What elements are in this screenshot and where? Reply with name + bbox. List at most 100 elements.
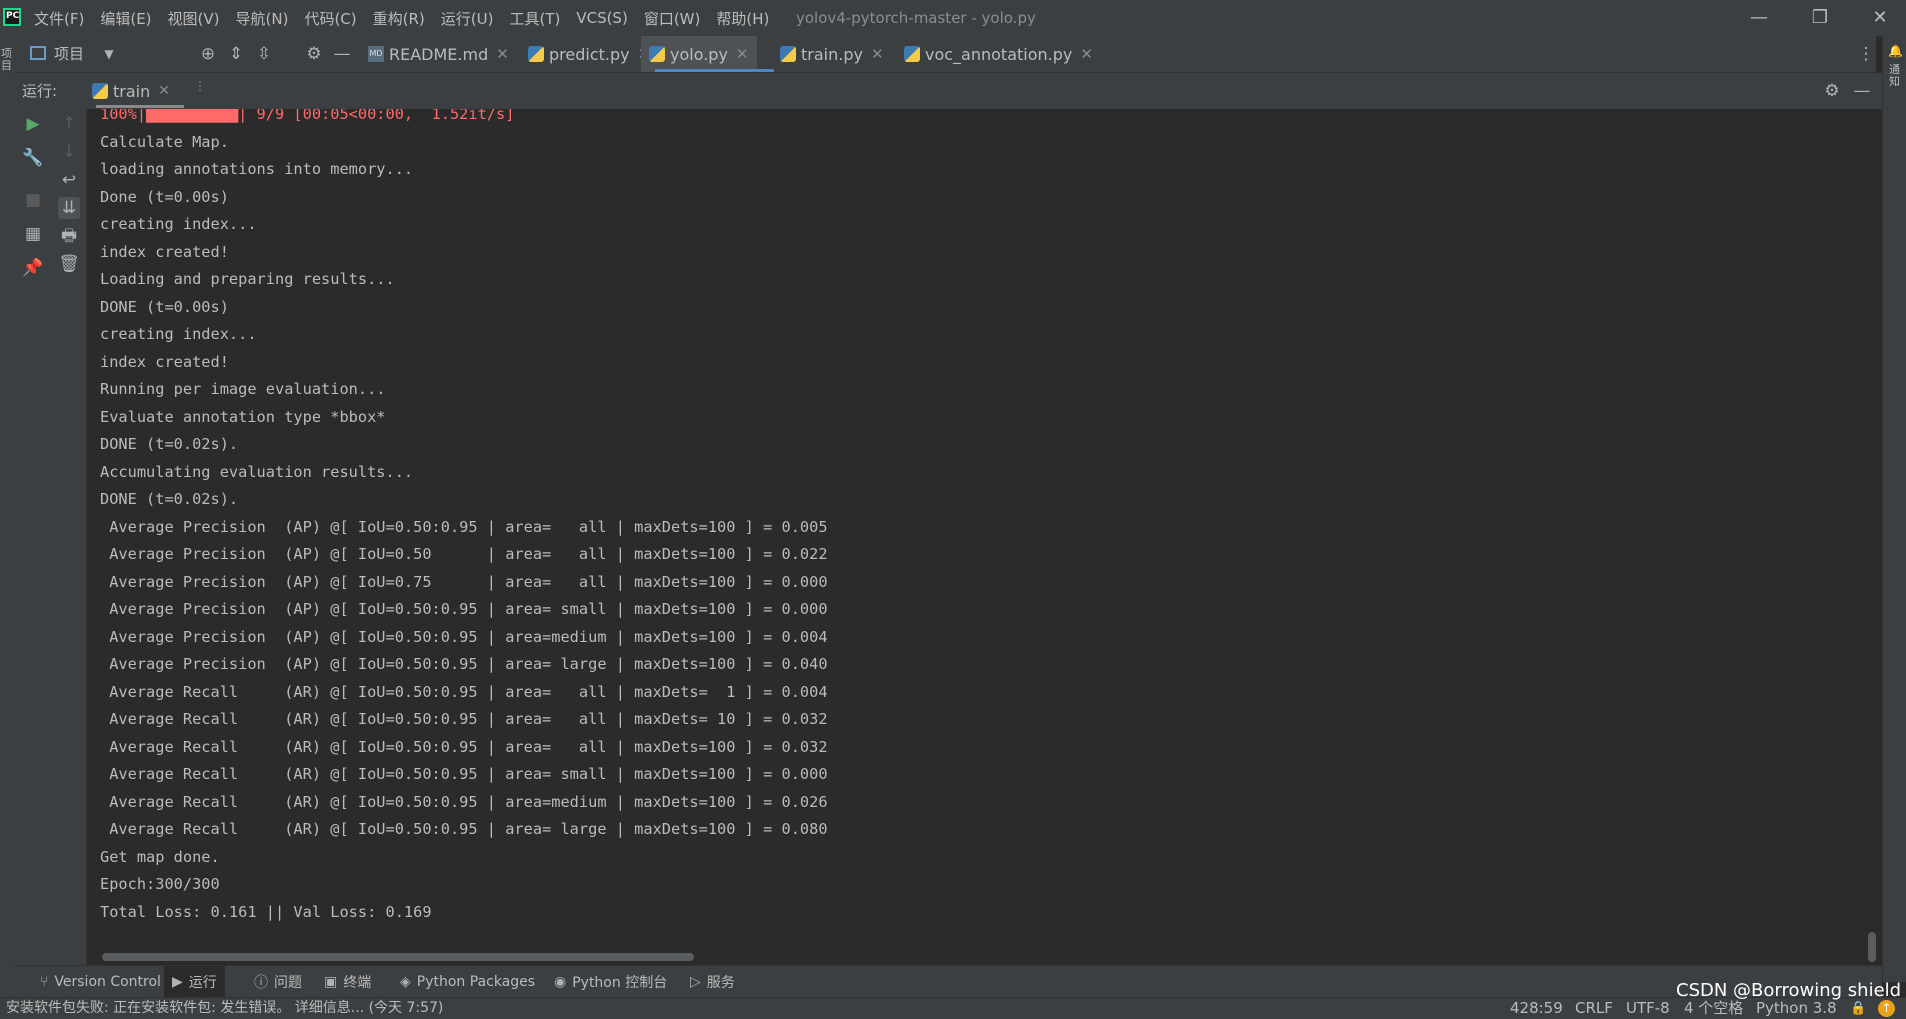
run-settings-gear-icon[interactable]: ⚙ [1822,81,1842,101]
line-ending[interactable]: CRLF [1575,998,1613,1019]
horizontal-scrollbar[interactable] [102,953,694,961]
python-file-icon [528,46,544,62]
gear-icon[interactable]: ⚙ [304,44,324,64]
progress-line: 100%|██████████| 9/9 [00:05<00:00, 1.52i… [100,109,515,123]
menu-item[interactable]: 窗口(W) [644,8,701,29]
update-icon[interactable]: ↑ [1878,1000,1895,1017]
tool-window-button[interactable]: ⓘ 问题 [246,966,310,998]
close-button[interactable]: ✕ [1854,0,1906,36]
close-tab-icon[interactable]: ✕ [158,83,170,99]
editor-tab[interactable]: yolo.py ✕ [641,36,757,72]
pycharm-logo-icon: PC [3,8,21,26]
python-file-icon [649,46,665,62]
console-line: Average Precision (AP) @[ IoU=0.50:0.95 … [100,517,828,536]
close-tab-icon[interactable]: ✕ [871,45,884,63]
chevron-down-icon[interactable]: ▼ [99,44,119,64]
tool-window-button[interactable]: ◈ Python Packages [392,966,543,998]
editor-tab-label: yolo.py [670,44,728,64]
project-side-label[interactable]: 项目 [1,48,13,72]
menu-item[interactable]: 编辑(E) [100,8,151,29]
editor-tab[interactable]: MD README.md ✕ [360,36,517,72]
tool-window-label: Python Packages [416,974,536,990]
tool-window-button[interactable]: ⑂ Version Control [32,966,169,998]
hide-icon[interactable]: — [332,44,352,64]
menu-item[interactable]: 帮助(H) [716,8,769,29]
editor-tab[interactable]: voc_annotation.py ✕ [896,36,1101,72]
menu-item[interactable]: VCS(S) [576,9,627,27]
collapse-all-icon[interactable]: ⇳ [254,44,274,64]
menu-item[interactable]: 视图(V) [168,8,220,29]
more-options-icon[interactable]: ⋮ [1856,44,1876,64]
console-line: Average Precision (AP) @[ IoU=0.50:0.95 … [100,655,828,673]
wrench-icon[interactable]: 🔧 [22,147,44,169]
editor-tab[interactable]: train.py ✕ [772,36,892,72]
editor-tab-label: predict.py [549,44,630,64]
menu-item[interactable]: 运行(U) [441,8,494,29]
layout-icon[interactable]: ▦ [22,223,44,245]
console-line: Average Recall (AR) @[ IoU=0.50:0.95 | a… [100,682,828,701]
down-arrow-icon[interactable]: ↓ [58,141,80,163]
console-output[interactable]: 100%|██████████| 9/9 [00:05<00:00, 1.52i… [87,109,1882,965]
close-tab-icon[interactable]: ✕ [1080,45,1093,63]
console-line: Average Recall (AR) @[ IoU=0.50:0.95 | a… [100,792,828,811]
console-line: DONE (t=0.02s). [100,490,239,508]
run-tab-train[interactable]: train ✕ [92,73,170,109]
stop-icon[interactable]: ■ [22,189,44,211]
run-hide-icon[interactable]: — [1852,81,1872,101]
restore-button[interactable]: ❐ [1794,0,1846,36]
pin-icon[interactable]: 📌 [22,257,44,279]
tool-window-label: 服务 [706,975,735,991]
menu-item[interactable]: 文件(F) [34,8,84,29]
soft-wrap-icon[interactable]: ↩ [58,169,80,191]
file-encoding[interactable]: UTF-8 [1626,998,1670,1019]
menu-bar: 文件(F) 编辑(E) 视图(V) 导航(N) 代码(C) 重构(R) 运行(U) 工具(T)… [34,0,785,36]
python-file-icon [904,46,920,62]
run-tab-options-icon[interactable]: ⋮ [194,79,206,93]
trash-icon[interactable]: 🗑 [58,253,80,275]
close-tab-icon[interactable]: ✕ [496,45,509,63]
locate-icon[interactable]: ⊕ [198,44,218,64]
lock-icon[interactable]: 🔒 [1850,1001,1866,1016]
menu-item[interactable]: 导航(N) [236,8,289,29]
console-line: index created! [100,242,229,261]
title-bar: PC 文件(F) 编辑(E) 视图(V) 导航(N) 代码(C) 重构(R) 运行(U) 工具… [0,0,1906,37]
problems-icon: ⓘ [254,975,268,991]
console-line: Total Loss: 0.161 || Val Loss: 0.169 [100,902,432,921]
python-console-icon: ◉ [554,974,567,990]
console-line: Calculate Map. [100,132,229,151]
tool-window-button[interactable]: ▶ 运行 [164,966,225,998]
console-line: Average Precision (AP) @[ IoU=0.50 | are… [100,545,828,563]
menu-item[interactable]: 代码(C) [304,8,356,29]
status-message[interactable]: 安装软件包失败: 正在安装软件包: 发生错误。 详细信息... (今天 7:57… [6,998,443,1019]
tool-window-button[interactable]: ◉ Python 控制台 [546,966,675,998]
console-line: Epoch:300/300 [100,875,220,893]
python-interpreter[interactable]: Python 3.8 [1756,998,1837,1019]
status-bar: 安装软件包失败: 正在安装软件包: 发生错误。 详细信息... (今天 7:57… [0,997,1906,1019]
bell-icon[interactable]: 🔔 [1888,44,1903,58]
indent-setting[interactable]: 4 个空格 [1684,998,1743,1019]
tool-window-label: 终端 [343,975,372,991]
expand-all-icon[interactable]: ⇕ [226,44,246,64]
minimize-button[interactable]: — [1733,0,1785,36]
console-line: DONE (t=0.02s). [100,435,239,453]
run-icon: ▶ [172,974,183,990]
console-line: Evaluate annotation type *bbox* [100,407,386,426]
tool-window-label: 运行 [188,975,217,991]
menu-item[interactable]: 重构(R) [373,8,425,29]
notifications-side-label[interactable]: 通知 [1889,64,1901,88]
rerun-icon[interactable]: ▶ [22,113,44,135]
print-icon[interactable]: 🖶 [58,225,80,247]
editor-tab[interactable]: predict.py✕ [520,36,658,72]
tool-window-button[interactable]: ▷ 服务 [682,966,743,998]
vertical-scrollbar[interactable] [1868,932,1876,962]
menu-item[interactable]: 工具(T) [509,8,560,29]
packages-icon: ◈ [400,974,411,990]
console-line: Average Recall (AR) @[ IoU=0.50:0.95 | a… [100,710,828,728]
scroll-to-end-icon[interactable]: ⇊ [58,197,80,219]
up-arrow-icon[interactable]: ↑ [58,113,80,135]
close-tab-icon[interactable]: ✕ [736,45,749,63]
console-line: loading annotations into memory... [100,160,414,178]
project-label[interactable]: 项目 [54,36,84,72]
cursor-position[interactable]: 428:59 [1510,998,1563,1019]
tool-window-button[interactable]: ▣ 终端 [316,966,379,998]
